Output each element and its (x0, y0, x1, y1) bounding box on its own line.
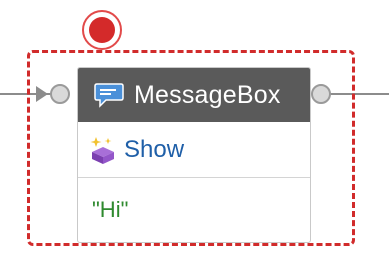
input-port[interactable] (50, 84, 70, 104)
method-row[interactable]: Show (78, 122, 310, 178)
breakpoint-dot-icon (89, 17, 115, 43)
argument-value: "Hi" (92, 197, 129, 222)
activity-header[interactable]: MessageBox (78, 68, 310, 122)
activity-title: MessageBox (134, 80, 281, 109)
speech-bubble-icon (94, 83, 124, 108)
breakpoint-marker[interactable] (82, 10, 122, 50)
argument-row[interactable]: "Hi" (78, 178, 310, 242)
method-sparkle-cube-icon (90, 136, 114, 164)
output-port[interactable] (311, 84, 331, 104)
workflow-canvas: MessageBox Show "Hi" (0, 0, 389, 256)
messagebox-activity[interactable]: MessageBox Show "Hi" (77, 67, 311, 243)
method-label: Show (124, 135, 185, 163)
